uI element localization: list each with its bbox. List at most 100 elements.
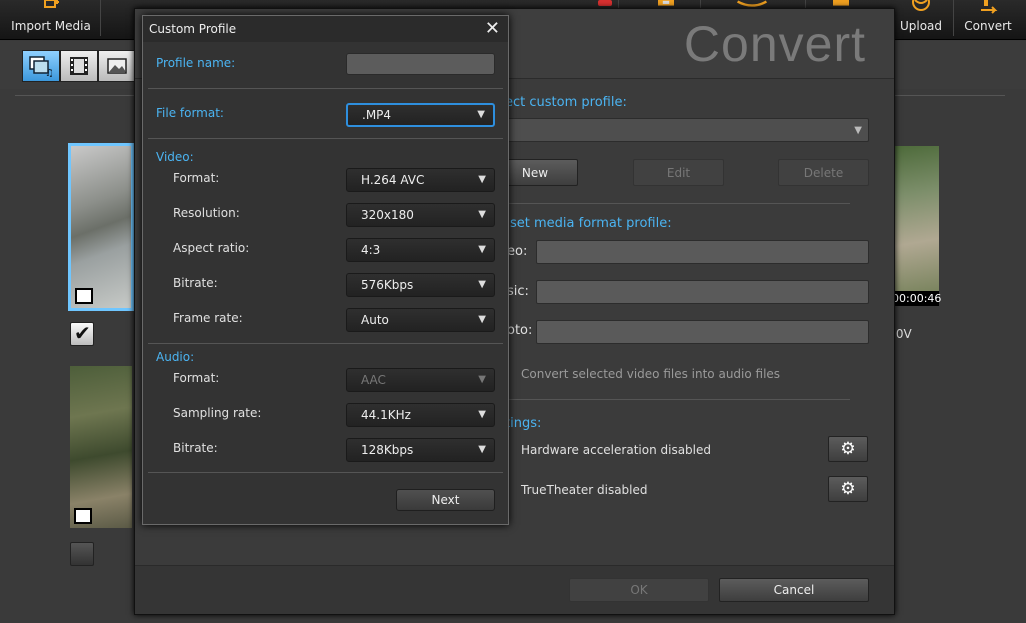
- sampling-rate-value: 44.1KHz: [361, 408, 411, 422]
- close-icon[interactable]: ✕: [485, 18, 500, 39]
- resolution-select[interactable]: 320x180 ▼: [346, 203, 495, 227]
- audio-section-label: Audio:: [156, 350, 195, 364]
- cancel-button[interactable]: Cancel: [719, 578, 869, 602]
- photo-profile-field[interactable]: [536, 320, 869, 344]
- media-select-checkbox[interactable]: [70, 321, 94, 346]
- section-divider: [148, 472, 503, 473]
- video-format-value: H.264 AVC: [361, 173, 425, 187]
- hardware-acceleration-settings-button[interactable]: ⚙: [828, 436, 868, 462]
- select-custom-profile-label: ect custom profile:: [505, 95, 627, 110]
- chevron-down-icon: ▼: [478, 209, 486, 220]
- frame-rate-label: Frame rate:: [173, 311, 243, 325]
- section-divider: [148, 138, 503, 139]
- sampling-rate-label: Sampling rate:: [173, 406, 262, 420]
- gear-icon: ⚙: [840, 479, 856, 499]
- dialog-titlebar: Custom Profile ✕: [143, 16, 508, 42]
- convert-title: Convert: [683, 16, 866, 72]
- chevron-down-icon: ▼: [478, 444, 486, 455]
- upload-icon: [912, 0, 930, 11]
- import-media-icon: [44, 0, 59, 8]
- all-media-view-button[interactable]: ♫: [22, 50, 60, 82]
- audio-format-value: AAC: [361, 373, 386, 387]
- all-media-icon: ♫: [29, 56, 54, 77]
- chevron-down-icon: ▼: [478, 279, 486, 290]
- media-thumbnail[interactable]: [892, 146, 939, 306]
- photo-profile-label: oto:: [507, 323, 533, 338]
- gear-icon: ⚙: [840, 439, 856, 459]
- view-toggle-group: ♫: [22, 50, 136, 82]
- chevron-down-icon: ▼: [478, 174, 486, 185]
- import-media-button[interactable]: Import Media: [6, 0, 96, 40]
- photo-icon: [107, 58, 127, 74]
- frame-rate-value: Auto: [361, 313, 389, 327]
- aspect-ratio-value: 4:3: [361, 243, 381, 257]
- video-profile-label: eo:: [507, 244, 528, 259]
- sampling-rate-select[interactable]: 44.1KHz ▼: [346, 403, 495, 427]
- media-select-checkbox[interactable]: [70, 542, 94, 566]
- video-bitrate-label: Bitrate:: [173, 276, 218, 290]
- video-bitrate-select[interactable]: 576Kbps ▼: [346, 273, 495, 297]
- truetheater-status: TrueTheater disabled: [521, 483, 648, 497]
- music-profile-field[interactable]: [536, 280, 869, 304]
- file-format-select[interactable]: .MP4 ▼: [346, 103, 495, 127]
- chevron-down-icon: ▼: [478, 374, 486, 385]
- next-button[interactable]: Next: [396, 489, 495, 511]
- convert-label: Convert: [964, 19, 1012, 33]
- import-media-label: Import Media: [11, 19, 91, 33]
- video-format-select[interactable]: H.264 AVC ▼: [346, 168, 495, 192]
- aspect-ratio-label: Aspect ratio:: [173, 241, 250, 255]
- toolbar-separator: [953, 0, 954, 36]
- media-thumbnail[interactable]: [68, 143, 134, 311]
- music-profile-label: sic:: [507, 284, 529, 299]
- upload-label: Upload: [899, 19, 943, 33]
- video-bitrate-value: 576Kbps: [361, 278, 414, 292]
- svg-text:♫: ♫: [45, 68, 54, 77]
- upload-button[interactable]: Upload: [893, 0, 949, 40]
- tool-icon: [833, 0, 849, 6]
- frame-rate-select[interactable]: Auto ▼: [346, 308, 495, 332]
- ok-button[interactable]: OK: [569, 578, 709, 602]
- media-duration: 00:00:46: [892, 291, 942, 306]
- tool-icon: [737, 0, 767, 7]
- audio-bitrate-value: 128Kbps: [361, 443, 414, 457]
- audio-bitrate-label: Bitrate:: [173, 441, 218, 455]
- chevron-down-icon: ▼: [478, 244, 486, 255]
- photo-view-button[interactable]: [98, 50, 136, 82]
- chevron-down-icon: ▼: [477, 109, 485, 120]
- delete-profile-button[interactable]: Delete: [778, 159, 869, 186]
- media-thumbnail[interactable]: [70, 366, 132, 528]
- file-format-label: File format:: [156, 106, 224, 120]
- chevron-down-icon: ▼: [854, 125, 862, 136]
- video-section-label: Video:: [156, 150, 194, 164]
- record-icon: [598, 0, 612, 6]
- video-profile-field[interactable]: [536, 240, 869, 264]
- tool-icon: [658, 0, 674, 6]
- convert-arrow-icon: [981, 0, 998, 14]
- film-icon: [70, 57, 88, 75]
- video-format-label: Format:: [173, 171, 220, 185]
- chevron-down-icon: ▼: [478, 314, 486, 325]
- section-divider: [495, 203, 850, 204]
- section-divider: [495, 399, 850, 400]
- custom-profile-select[interactable]: ▼: [501, 118, 869, 142]
- section-divider: [148, 88, 503, 89]
- audio-bitrate-select[interactable]: 128Kbps ▼: [346, 438, 495, 462]
- truetheater-settings-button[interactable]: ⚙: [828, 476, 868, 502]
- profile-name-input[interactable]: [346, 53, 495, 75]
- section-divider: [148, 343, 503, 344]
- film-icon: [75, 288, 93, 304]
- preset-profile-label: set media format profile:: [510, 216, 672, 231]
- edit-profile-button[interactable]: Edit: [633, 159, 724, 186]
- hardware-acceleration-status: Hardware acceleration disabled: [521, 443, 711, 457]
- film-icon: [74, 508, 92, 524]
- convert-button[interactable]: Convert: [958, 0, 1018, 40]
- audio-format-label: Format:: [173, 371, 220, 385]
- audio-format-select[interactable]: AAC ▼: [346, 368, 495, 392]
- convert-audio-option[interactable]: Convert selected video files into audio …: [521, 367, 780, 381]
- custom-profile-dialog: Custom Profile ✕ Profile name: File form…: [142, 15, 509, 525]
- dialog-title: Custom Profile: [149, 22, 237, 36]
- aspect-ratio-select[interactable]: 4:3 ▼: [346, 238, 495, 262]
- resolution-value: 320x180: [361, 208, 414, 222]
- video-view-button[interactable]: [60, 50, 98, 82]
- profile-name-label: Profile name:: [156, 56, 236, 70]
